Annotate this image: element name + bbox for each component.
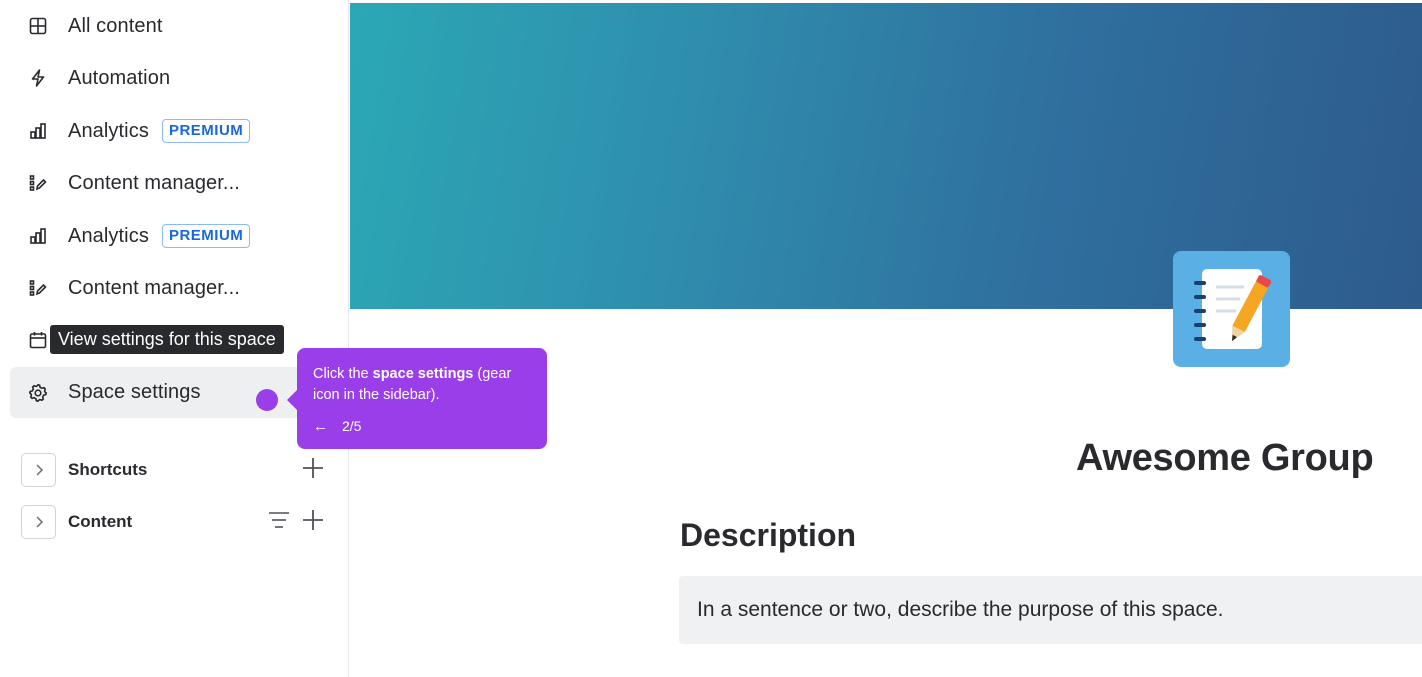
description-placeholder: In a sentence or two, describe the purpo…: [697, 598, 1224, 621]
premium-badge: PREMIUM: [161, 224, 251, 248]
expand-shortcuts-button[interactable]: [21, 453, 56, 487]
sidebar: All content Automation Analytics PREMIUM…: [0, 0, 349, 677]
section-label: Content: [68, 512, 133, 531]
sidebar-item-content-manager-2[interactable]: Content manager...: [10, 266, 330, 310]
notebook-pencil-icon[interactable]: [1173, 251, 1290, 367]
grid-icon: [26, 14, 50, 38]
analytics-icon: [26, 119, 50, 143]
sidebar-item-label: Content manager...: [68, 171, 240, 194]
chevron-right-icon: [35, 464, 43, 476]
lightning-icon: [26, 66, 50, 90]
guide-bubble: Click the space settings (gear icon in t…: [287, 348, 547, 449]
sidebar-item-all-content[interactable]: All content: [10, 4, 330, 48]
sidebar-item-analytics[interactable]: Analytics PREMIUM: [10, 109, 330, 153]
sidebar-item-automation[interactable]: Automation: [10, 56, 330, 100]
chevron-right-icon: [35, 516, 43, 528]
content-manager-icon: [26, 171, 50, 195]
add-content-button[interactable]: [301, 508, 325, 537]
sidebar-item-content-manager[interactable]: Content manager...: [10, 161, 330, 205]
section-content: Content: [21, 505, 331, 539]
sidebar-item-label: Automation: [68, 66, 171, 89]
sidebar-item-space-settings[interactable]: Space settings: [10, 367, 330, 418]
gear-icon: [26, 381, 50, 405]
sidebar-item-label: Analytics: [68, 224, 149, 247]
plus-icon: [303, 509, 323, 530]
sidebar-item-label: Space settings: [68, 381, 201, 403]
add-shortcut-button[interactable]: [301, 456, 325, 485]
guide-step-counter: 2/5: [342, 418, 362, 434]
description-field[interactable]: In a sentence or two, describe the purpo…: [679, 576, 1422, 644]
guide-footer: ← 2/5: [313, 416, 531, 437]
calendar-icon: [26, 328, 50, 352]
premium-badge: PREMIUM: [161, 119, 251, 143]
sidebar-tooltip: View settings for this space: [50, 325, 284, 354]
plus-icon: [303, 457, 323, 478]
sidebar-item-analytics-2[interactable]: Analytics PREMIUM: [10, 214, 330, 258]
guide-text-bold: space settings: [372, 366, 474, 382]
sidebar-item-label: Content manager...: [68, 276, 240, 299]
section-shortcuts: Shortcuts: [21, 453, 331, 487]
guide-hotspot[interactable]: [256, 389, 278, 411]
content-manager-icon: [26, 276, 50, 300]
filter-content-button[interactable]: [267, 508, 291, 537]
description-heading: Description: [680, 517, 857, 553]
expand-content-button[interactable]: [21, 505, 56, 539]
guide-text: Click the space settings (gear icon in t…: [313, 366, 512, 403]
section-label: Shortcuts: [68, 460, 148, 479]
analytics-icon: [26, 224, 50, 248]
sidebar-item-label: All content: [68, 14, 163, 37]
space-title[interactable]: Awesome Group: [1076, 437, 1374, 480]
back-arrow-icon[interactable]: ←: [313, 416, 328, 437]
sidebar-item-label: Analytics: [68, 119, 149, 142]
filter-icon: [269, 511, 289, 528]
